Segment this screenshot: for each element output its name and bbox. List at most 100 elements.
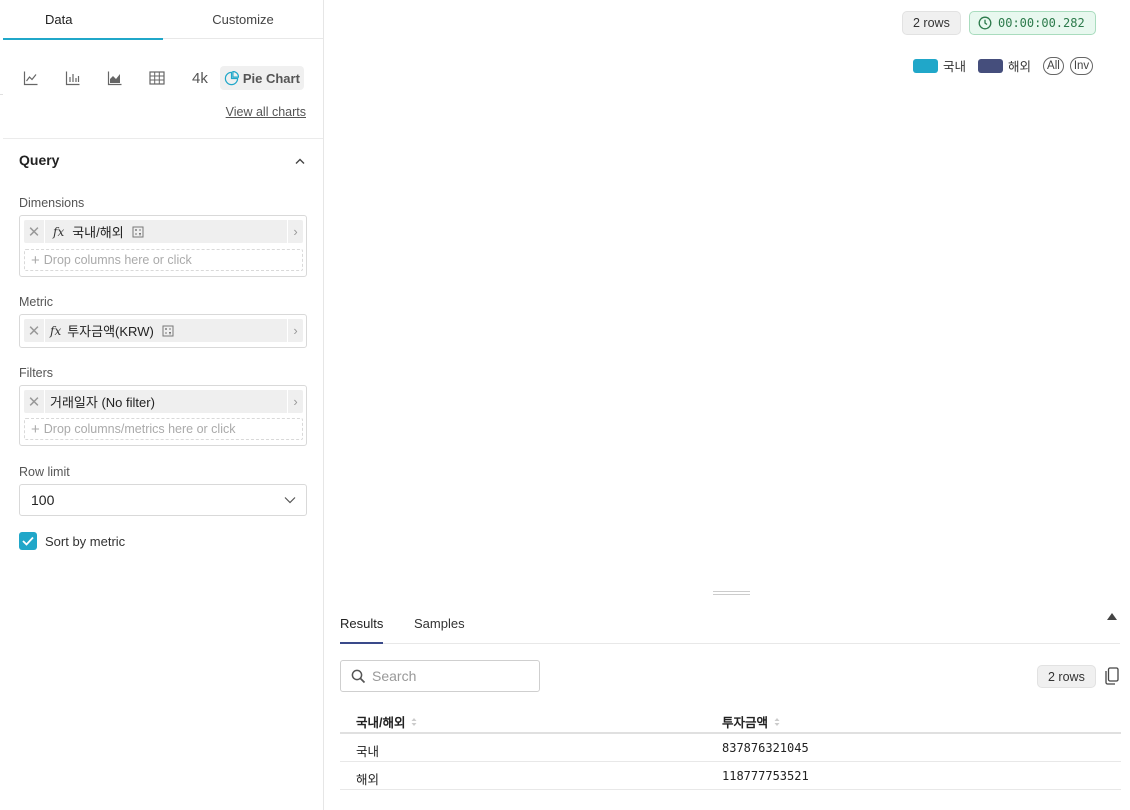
tab-data[interactable]: Data [3,0,163,40]
metric-pill[interactable]: ✕ fx 투자금액(KRW) › [24,319,303,342]
metric-name: 투자금액(KRW) [67,324,154,339]
pie-chart-button[interactable]: Pie Chart [219,66,304,90]
search-icon [351,669,366,683]
sort-icon [411,717,417,726]
sort-by-metric-label: Sort by metric [45,534,126,549]
tab-samples[interactable]: Samples [414,616,465,644]
dimensions-box: ✕ fx 국내/해외 › + Drop columns here or clic… [19,215,307,277]
table-row: 해외 118777753521 [340,762,1121,790]
table-cell: 118777753521 [722,769,809,783]
tab-data-label: Data [45,12,73,27]
sort-by-metric-checkbox[interactable] [19,532,37,550]
sort-icon [774,717,780,726]
filter-drop-zone[interactable]: + Drop columns/metrics here or click [24,418,303,440]
row-limit-select[interactable]: 100 [19,484,307,516]
search-input[interactable] [372,668,532,684]
chevron-up-icon[interactable] [293,155,307,167]
fx-icon: fx [50,323,62,338]
remove-icon[interactable]: ✕ [24,319,44,342]
column-header-amount[interactable]: 투자금액 [722,712,780,731]
tab-customize[interactable]: Customize [163,0,323,39]
row-count-badge: 2 rows [902,11,961,35]
copy-icon[interactable] [1105,667,1119,685]
dimension-drop-zone[interactable]: + Drop columns here or click [24,249,303,271]
bar-chart-icon [65,71,80,86]
checkmark-icon [22,536,34,546]
table-cell: 국내 [356,745,380,759]
column-header-label: 투자금액 [722,716,769,730]
dimension-pill[interactable]: ✕ fx 국내/해외 › [24,220,303,243]
timer-value: 00:00:00.282 [998,16,1085,30]
pie-chart-icon [224,70,239,85]
plus-icon: + [31,420,40,438]
table-header: 국내/해외 투자금액 [340,706,1121,734]
tab-samples-label: Samples [414,616,465,631]
table-cell: 837876321045 [722,741,809,755]
line-chart-button[interactable] [20,66,42,90]
legend-item-overseas[interactable]: 해외 [978,56,1031,75]
table-row: 국내 837876321045 [340,734,1121,762]
chart-type-picker: 4k Pie Chart [20,66,304,90]
chevron-right-icon[interactable]: › [287,319,303,342]
legend-select-all-button[interactable]: All [1043,56,1064,75]
legend-invert-button[interactable]: Inv [1069,56,1094,75]
panel-tabs: Data Customize [3,0,323,40]
query-section-title: Query [19,152,60,168]
pie-chart-label: Pie Chart [242,70,300,86]
legend-label: 해외 [1008,60,1032,74]
results-table: 국내/해외 투자금액 국내 837876321045 해외 1187777535… [340,706,1121,790]
divider [0,94,3,95]
divider [3,138,323,139]
fx-icon: fx [53,224,65,239]
metric-box: ✕ fx 투자금액(KRW) › [19,314,307,348]
chevron-right-icon[interactable]: › [287,390,303,413]
row-limit-label: Row limit [19,465,70,479]
table-cell: 해외 [356,773,380,787]
area-chart-icon [107,71,122,86]
filter-name: 거래일자 (No filter) [50,395,155,410]
calculator-icon [162,325,174,336]
table-chart-button[interactable] [146,66,168,90]
divider [44,319,45,342]
column-header-region[interactable]: 국내/해외 [356,712,417,731]
control-panel: Data Customize 4k Pie Chart View all cha… [0,0,324,810]
view-all-charts-link[interactable]: View all charts [226,105,306,119]
bar-chart-button[interactable] [62,66,84,90]
line-chart-icon [23,71,38,86]
query-timer-badge: 00:00:00.282 [969,11,1096,35]
clock-icon [978,16,992,30]
results-tabs: Results Samples [340,607,1120,644]
legend-item-domestic[interactable]: 국내 [913,56,966,75]
legend-swatch [978,58,1004,73]
chevron-right-icon[interactable]: › [287,220,303,243]
drop-zone-label: Drop columns/metrics here or click [43,422,236,436]
chart-legend: 국내 해외 All Inv [913,56,1099,75]
big-number-chart-button[interactable]: 4k [192,66,208,90]
chevron-down-icon [284,497,296,504]
big-number-label: 4k [192,69,208,87]
filters-box: ✕ 거래일자 (No filter) › + Drop columns/metr… [19,385,307,446]
legend-swatch [913,58,938,73]
drop-zone-label: Drop columns here or click [43,253,192,267]
dimensions-label: Dimensions [19,196,85,210]
results-row-count-badge: 2 rows [1037,665,1096,688]
remove-icon[interactable]: ✕ [24,390,44,413]
filter-pill[interactable]: ✕ 거래일자 (No filter) › [24,390,303,413]
filters-label: Filters [19,366,54,380]
remove-icon[interactable]: ✕ [24,220,44,243]
tab-results-label: Results [340,616,384,631]
legend-label: 국내 [943,60,967,74]
dimension-name: 국내/해외 [72,225,124,240]
row-limit-value: 100 [31,492,55,508]
divider [44,390,45,413]
plus-icon: + [31,251,40,269]
table-icon [149,71,165,85]
resize-handle[interactable] [713,591,750,597]
divider [44,220,45,243]
collapse-icon[interactable] [1107,613,1117,620]
column-header-label: 국내/해외 [356,716,406,730]
metric-label: Metric [19,295,54,309]
area-chart-button[interactable] [104,66,126,90]
results-search-field[interactable] [340,660,540,692]
tab-results[interactable]: Results [340,616,384,644]
